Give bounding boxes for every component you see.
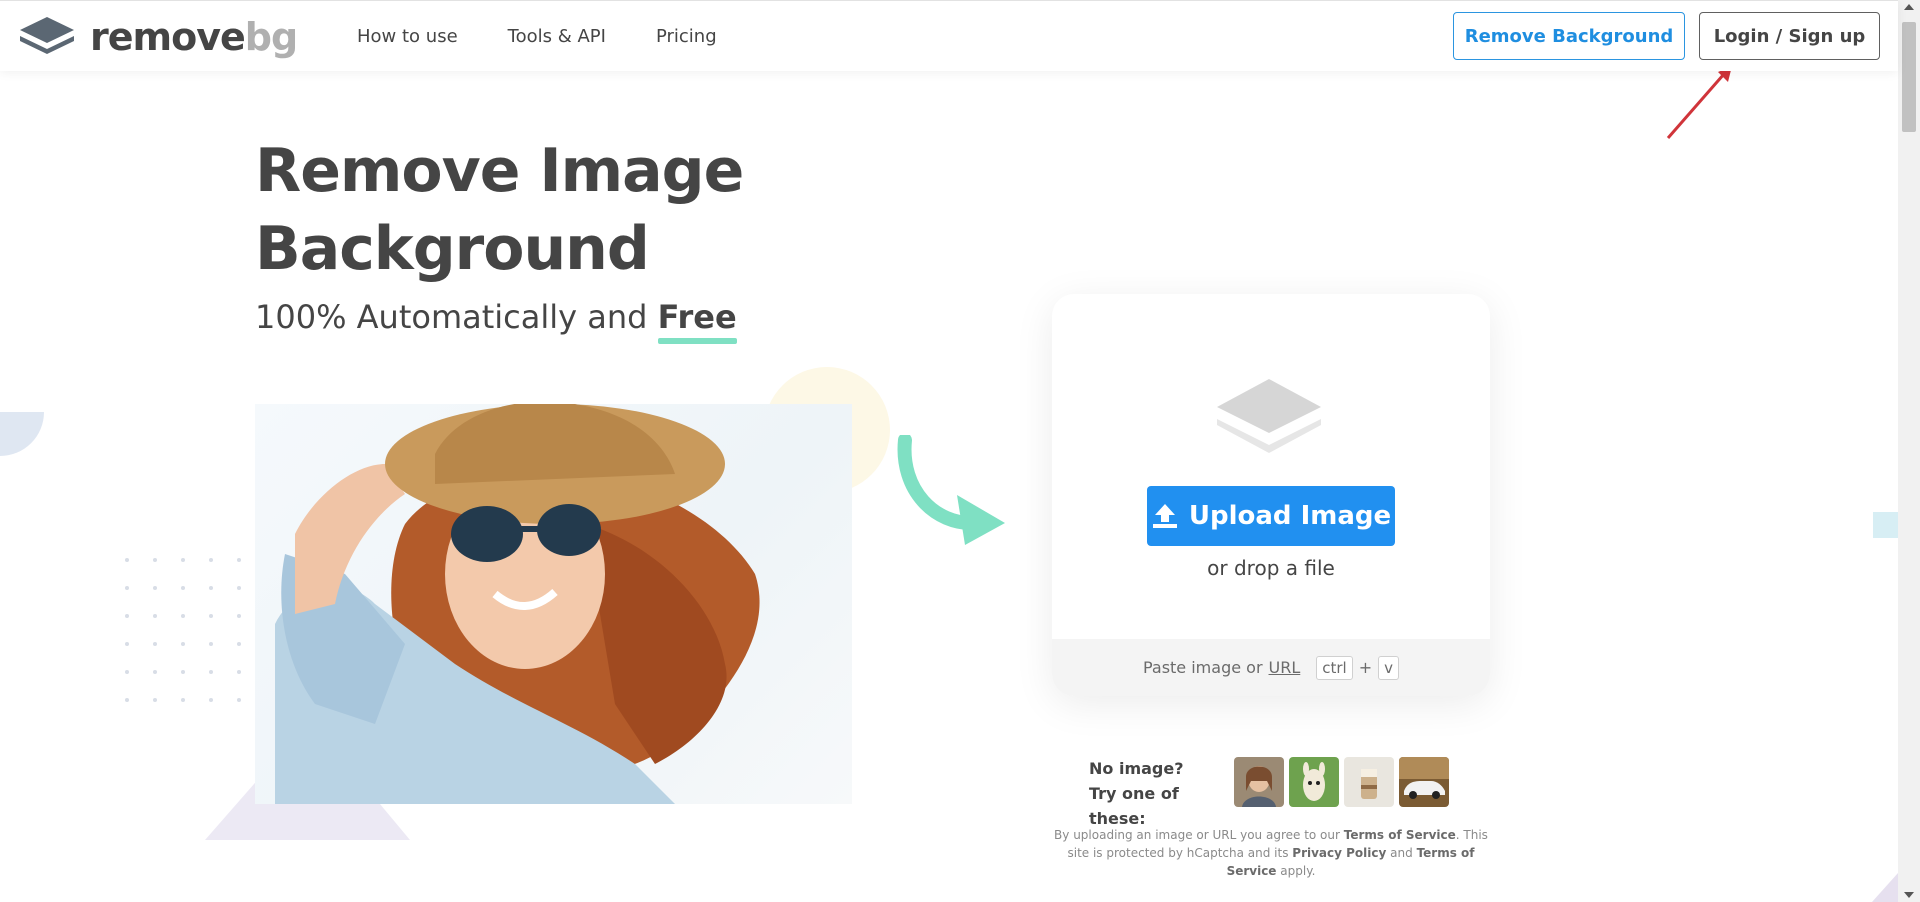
logo[interactable]: removebg bbox=[20, 15, 298, 59]
sample-thumb-woman[interactable] bbox=[1234, 757, 1284, 807]
layers-logo-icon bbox=[20, 17, 74, 54]
nav-tools-api[interactable]: Tools & API bbox=[508, 26, 606, 47]
upload-image-button[interactable]: Upload Image bbox=[1147, 486, 1395, 546]
annotation-arrow-icon bbox=[1666, 66, 1732, 139]
sample-thumb-car[interactable] bbox=[1399, 757, 1449, 807]
scroll-down-icon[interactable] bbox=[1904, 892, 1914, 898]
sample-thumb-llama[interactable] bbox=[1289, 757, 1339, 807]
kbd-plus: + bbox=[1358, 658, 1373, 677]
drop-file-text: or drop a file bbox=[1207, 556, 1335, 580]
hero-subtitle-free: Free bbox=[657, 298, 737, 344]
decor-corner-triangle bbox=[1872, 873, 1898, 902]
legal-notice: By uploading an image or URL you agree t… bbox=[1054, 828, 1488, 878]
privacy-link[interactable]: Privacy Policy bbox=[1292, 846, 1386, 860]
upload-card[interactable]: Upload Image or drop a file Paste image … bbox=[1052, 294, 1490, 696]
logo-wordmark: removebg bbox=[90, 15, 298, 59]
page-title: Remove Image Background bbox=[255, 136, 744, 284]
samples-label: No image? Try one of these: bbox=[1089, 759, 1184, 828]
paste-url-link[interactable]: URL bbox=[1269, 658, 1301, 677]
decor-half-circle bbox=[0, 412, 44, 456]
hero-subtitle: 100% Automatically and Free bbox=[255, 298, 737, 344]
kbd-ctrl: ctrl bbox=[1316, 655, 1353, 680]
curved-arrow-icon bbox=[897, 435, 1005, 545]
main-nav: How to use Tools & API Pricing bbox=[357, 1, 767, 71]
paste-prefix: Paste image or bbox=[1142, 658, 1263, 677]
scroll-up-icon[interactable] bbox=[1904, 4, 1914, 10]
login-signup-button[interactable]: Login / Sign up bbox=[1699, 12, 1880, 60]
hero-photo-woman bbox=[255, 404, 852, 804]
sample-thumb-drink[interactable] bbox=[1344, 757, 1394, 807]
nav-how-to-use[interactable]: How to use bbox=[357, 26, 458, 47]
remove-background-button[interactable]: Remove Background bbox=[1453, 12, 1685, 60]
upload-arrow-icon bbox=[1152, 504, 1177, 528]
upload-image-label: Upload Image bbox=[1188, 501, 1392, 531]
layers-upload-icon bbox=[1217, 379, 1321, 453]
nav-pricing[interactable]: Pricing bbox=[656, 26, 717, 47]
terms-link[interactable]: Terms of Service bbox=[1344, 828, 1456, 842]
decor-square bbox=[1873, 512, 1898, 538]
paste-bar: Paste image or URL ctrl + v bbox=[1052, 639, 1490, 696]
scroll-thumb[interactable] bbox=[1902, 22, 1916, 132]
top-navigation-bar: removebg How to use Tools & API Pricing … bbox=[0, 0, 1898, 71]
kbd-v: v bbox=[1378, 655, 1400, 680]
page-scrollbar[interactable] bbox=[1898, 0, 1920, 902]
